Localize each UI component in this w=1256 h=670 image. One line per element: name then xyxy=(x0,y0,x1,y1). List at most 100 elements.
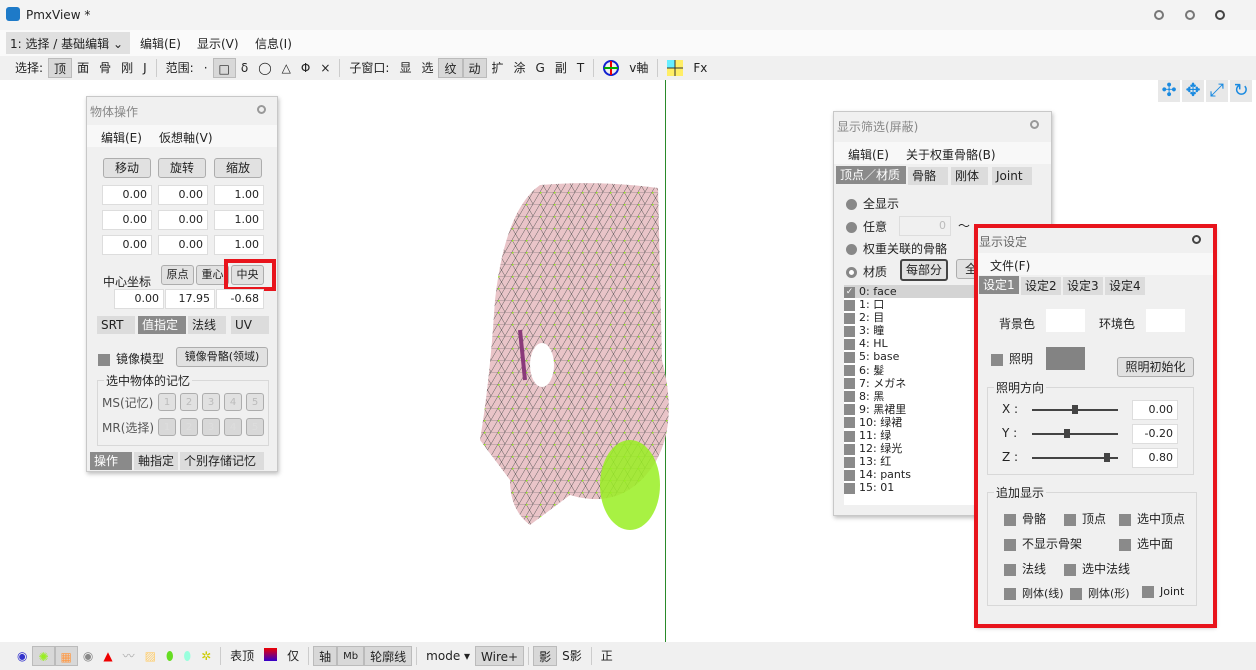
range-from-field[interactable]: 0 xyxy=(899,216,951,236)
rotate-icon[interactable]: ✣ xyxy=(1158,80,1180,102)
material-checkbox[interactable] xyxy=(844,351,855,363)
value-field[interactable]: 0.00 xyxy=(102,235,152,255)
material-checkbox[interactable] xyxy=(844,378,855,390)
mirror-model-checkbox[interactable]: 镜像模型 xyxy=(98,350,164,367)
value-field[interactable]: 0.00 xyxy=(158,210,208,230)
tab-value[interactable]: 值指定 xyxy=(138,316,186,334)
mode-dropdown[interactable]: mode ▾ xyxy=(421,646,475,666)
menu-info[interactable]: 信息(I) xyxy=(255,35,292,52)
tab-operation[interactable]: 操作 xyxy=(90,452,132,470)
material-checkbox[interactable] xyxy=(844,469,855,481)
range-clear[interactable]: × xyxy=(315,58,335,78)
pivot-icon[interactable]: ◉ xyxy=(12,646,32,666)
move-icon[interactable]: ✥ xyxy=(1182,80,1204,102)
shadow-button[interactable]: 影 xyxy=(533,646,558,666)
mr-slot[interactable]: 3 xyxy=(202,418,220,436)
surface-vertex-button[interactable]: 表顶 xyxy=(225,646,259,666)
value-field[interactable]: 1.00 xyxy=(214,235,264,255)
material-checkbox[interactable] xyxy=(844,404,855,416)
point-icon[interactable]: ◉ xyxy=(78,646,98,666)
layout-icon[interactable] xyxy=(662,58,688,78)
scale-button[interactable]: 缩放 xyxy=(214,158,262,178)
subwin-sub[interactable]: 副 xyxy=(550,58,572,78)
panel-close-button[interactable] xyxy=(257,105,266,114)
value-field[interactable]: 0.00 xyxy=(158,235,208,255)
axis-button[interactable]: 轴 xyxy=(313,646,338,666)
wire-plus-button[interactable]: Wire+ xyxy=(475,646,525,666)
subwin-motion[interactable]: 动 xyxy=(462,58,487,78)
center-x-field[interactable]: 0.00 xyxy=(114,289,164,309)
front-view-button[interactable]: 正 xyxy=(596,646,618,666)
subwin-g[interactable]: G xyxy=(531,58,550,78)
option-show-all[interactable]: 全显示 xyxy=(846,195,899,212)
menu-edit[interactable]: 编辑(E) xyxy=(101,129,142,146)
triangle-icon[interactable]: ▲ xyxy=(98,646,117,666)
subwin-paint[interactable]: 涂 xyxy=(509,58,531,78)
maximize-button[interactable] xyxy=(1185,10,1195,20)
material-checkbox[interactable] xyxy=(844,430,855,442)
mesh-display-icon[interactable]: ▦ xyxy=(54,646,78,666)
material-checkbox[interactable] xyxy=(844,443,855,455)
menu-view[interactable]: 显示(V) xyxy=(197,35,239,52)
material-checkbox[interactable] xyxy=(844,325,855,337)
close-button[interactable] xyxy=(1215,10,1225,20)
zoom-icon[interactable]: ⤢ xyxy=(1206,80,1228,102)
value-field[interactable]: 1.00 xyxy=(214,185,264,205)
tab-rigid[interactable]: 刚体 xyxy=(951,167,988,185)
menu-virtual-axis[interactable]: 仮想軸(V) xyxy=(159,129,213,146)
ms-slot[interactable]: 1 xyxy=(158,393,176,411)
axis-icon[interactable] xyxy=(598,58,624,78)
select-vertex[interactable]: 顶 xyxy=(48,58,73,78)
reset-rotation-icon[interactable]: ↻ xyxy=(1230,80,1252,102)
tab-axis[interactable]: 軸指定 xyxy=(134,452,178,470)
range-rect[interactable]: □ xyxy=(212,58,236,78)
option-weight-bone[interactable]: 权重关联的骨骼 xyxy=(846,240,947,257)
subwin-t[interactable]: T xyxy=(572,58,589,78)
capsule-green-icon[interactable]: ⬮ xyxy=(161,646,179,666)
minimize-button[interactable] xyxy=(1154,10,1164,20)
wave-icon[interactable]: 〰 xyxy=(118,646,140,666)
outline-button[interactable]: 轮廓线 xyxy=(364,646,413,666)
menu-edit[interactable]: 编辑(E) xyxy=(848,146,889,163)
gear-yellow-icon[interactable]: ✲ xyxy=(196,646,216,666)
menu-edit[interactable]: 编辑(E) xyxy=(140,35,181,52)
material-checkbox[interactable]: ✓ xyxy=(844,286,855,298)
hatch-icon[interactable]: ▨ xyxy=(140,646,161,666)
ms-slot[interactable]: 3 xyxy=(202,393,220,411)
select-joint[interactable]: J xyxy=(138,58,152,78)
subwin-display[interactable]: 显 xyxy=(394,58,416,78)
value-field[interactable]: 1.00 xyxy=(214,210,264,230)
mr-slot[interactable]: 2 xyxy=(180,418,198,436)
mirror-bone-button[interactable]: 镜像骨骼(领域) xyxy=(176,347,268,367)
material-checkbox[interactable] xyxy=(844,338,855,350)
tab-vertex-material[interactable]: 顶点／材质 xyxy=(836,166,906,184)
mb-button[interactable]: Mb xyxy=(337,646,365,666)
mr-slot[interactable]: 5 xyxy=(246,418,264,436)
tab-normal[interactable]: 法线 xyxy=(188,316,226,334)
value-field[interactable]: 0.00 xyxy=(102,210,152,230)
origin-button[interactable]: 原点 xyxy=(161,265,194,285)
material-checkbox[interactable] xyxy=(844,456,855,468)
range-delta[interactable]: δ xyxy=(236,58,253,78)
mode-dropdown[interactable]: 1: 选择 / 基础编辑 ⌄ xyxy=(6,32,130,54)
tab-bone[interactable]: 骨骼 xyxy=(908,167,948,185)
only-button[interactable]: 仅 xyxy=(282,646,304,666)
center-y-field[interactable]: 17.95 xyxy=(165,289,215,309)
menu-weight-bone[interactable]: 关于权重骨骼(B) xyxy=(906,146,996,163)
ms-slot[interactable]: 2 xyxy=(180,393,198,411)
material-checkbox[interactable] xyxy=(844,482,855,494)
range-phi[interactable]: Φ xyxy=(296,58,315,78)
per-part-button[interactable]: 每部分 xyxy=(900,259,948,281)
option-material[interactable]: 材质 xyxy=(846,263,887,280)
value-field[interactable]: 0.00 xyxy=(102,185,152,205)
material-checkbox[interactable] xyxy=(844,312,855,324)
material-checkbox[interactable] xyxy=(844,299,855,311)
range-circle[interactable]: ◯ xyxy=(253,58,276,78)
tab-individual-memory[interactable]: 个别存储记忆 xyxy=(180,452,264,470)
tab-uv[interactable]: UV xyxy=(231,316,269,334)
capsule-cyan-icon[interactable]: ⬮ xyxy=(179,646,197,666)
mr-slot[interactable]: 1 xyxy=(158,418,176,436)
subwin-texture[interactable]: 纹 xyxy=(438,58,463,78)
fx-button[interactable]: Fx xyxy=(688,58,712,78)
center-z-field[interactable]: -0.68 xyxy=(216,289,264,309)
